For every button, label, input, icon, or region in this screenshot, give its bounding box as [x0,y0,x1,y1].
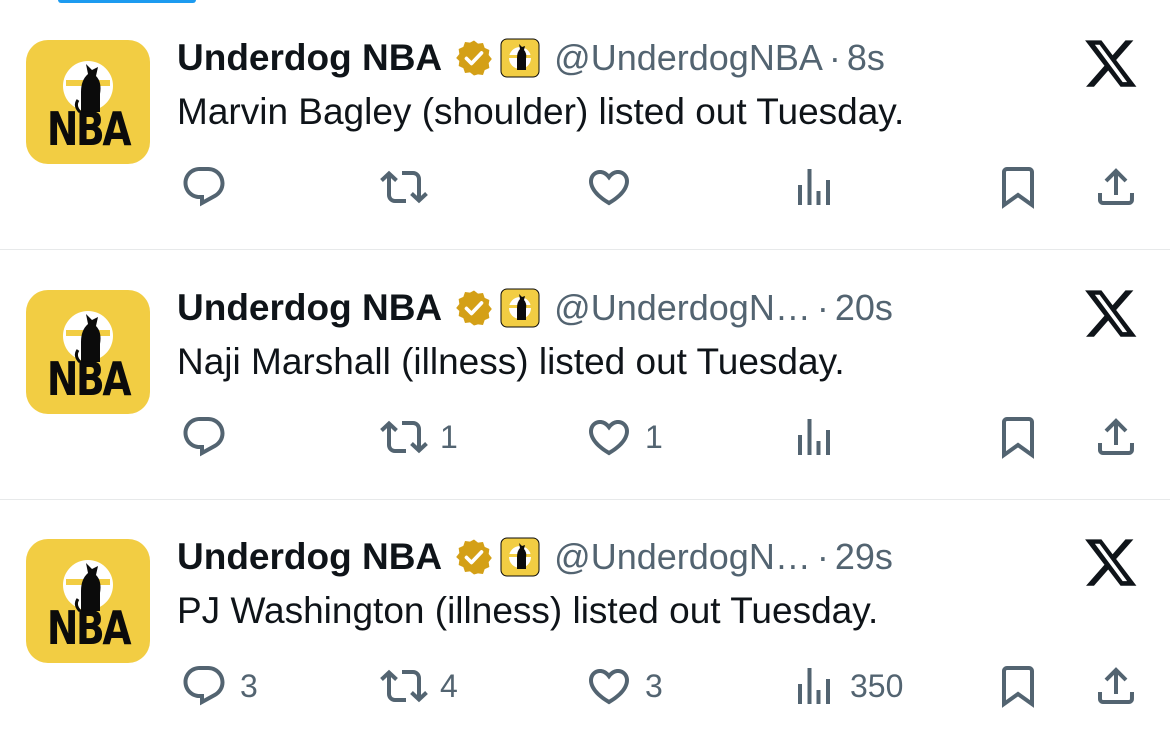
retweet-icon [380,669,428,703]
avatar[interactable]: NBA [26,290,150,414]
heart-icon [588,669,630,705]
bookmark-icon [1002,666,1034,708]
bookmark-icon [1002,167,1034,209]
x-logo-icon[interactable] [1083,35,1139,91]
share-icon [1098,168,1134,205]
verified-badge-icon [456,40,492,76]
retweet-count: 4 [440,667,458,704]
like-count: 1 [645,418,663,455]
share-icon [1098,667,1134,704]
views-icon [798,169,830,205]
timestamp[interactable]: 8s [847,37,885,79]
x-logo-icon[interactable] [1083,285,1139,341]
tweet-text: Marvin Bagley (shoulder) listed out Tues… [177,91,905,132]
retweet-button[interactable]: 1 [380,412,458,462]
retweet-button[interactable] [380,162,440,212]
reply-icon [183,666,225,706]
tweet-header: Underdog NBA @UnderdogN… · 29s [177,533,893,581]
reply-icon [183,417,225,457]
retweet-button[interactable]: 4 [380,661,458,711]
separator-dot: · [816,536,829,577]
tweet[interactable]: NBA Underdog NBA @UnderdogN… · 29s PJ Wa… [0,499,1170,748]
bookmark-icon [1002,417,1034,459]
reply-count: 3 [240,667,258,704]
separator-dot: · [828,37,841,78]
timestamp[interactable]: 20s [835,287,893,329]
tweet-text: Naji Marshall (illness) listed out Tuesd… [177,341,845,382]
like-button[interactable]: 3 [585,661,663,711]
timestamp[interactable]: 29s [835,536,893,578]
share-button[interactable] [1092,412,1140,462]
reply-button[interactable]: 3 [180,661,258,711]
views-icon [798,668,830,704]
reply-button[interactable] [180,162,240,212]
like-button[interactable]: 1 [585,412,663,462]
tweet[interactable]: NBA Underdog NBA @UnderdogN… · 20s Naji … [0,250,1170,500]
like-button[interactable] [585,162,645,212]
tweet-text: PJ Washington (illness) listed out Tuesd… [177,590,879,631]
views-icon [798,419,830,455]
avatar[interactable]: NBA [26,40,150,164]
share-icon [1098,418,1134,455]
display-name[interactable]: Underdog NBA [177,536,442,578]
reply-icon [183,167,225,207]
affiliate-badge-icon [500,38,540,78]
bookmark-button[interactable] [994,661,1042,711]
share-button[interactable] [1092,661,1140,711]
affiliate-badge-icon [500,537,540,577]
separator-dot: · [816,287,829,328]
views-button[interactable] [790,162,850,212]
bookmark-button[interactable] [994,412,1042,462]
views-count: 350 [850,667,904,704]
affiliate-badge-icon [500,288,540,328]
share-button[interactable] [1092,162,1140,212]
tweet-header: Underdog NBA @UnderdogNBA · 8s [177,34,885,82]
avatar-label: NBA [46,352,132,406]
heart-icon [588,420,630,456]
handle[interactable]: @UnderdogN… [554,287,811,329]
views-button[interactable] [790,412,850,462]
retweet-icon [380,170,428,204]
bookmark-button[interactable] [994,162,1042,212]
verified-badge-icon [456,539,492,575]
views-button[interactable]: 350 [790,661,903,711]
reply-button[interactable] [180,412,240,462]
avatar-label: NBA [46,102,132,156]
handle[interactable]: @UnderdogNBA [554,37,823,79]
display-name[interactable]: Underdog NBA [177,37,442,79]
tweet[interactable]: NBA Underdog NBA @UnderdogNBA · 8s Marvi… [0,0,1170,250]
like-count: 3 [645,667,663,704]
handle[interactable]: @UnderdogN… [554,536,811,578]
avatar[interactable]: NBA [26,539,150,663]
tweet-header: Underdog NBA @UnderdogN… · 20s [177,284,893,332]
verified-badge-icon [456,290,492,326]
display-name[interactable]: Underdog NBA [177,287,442,329]
avatar-label: NBA [46,601,132,655]
heart-icon [588,170,630,206]
x-logo-icon[interactable] [1083,534,1139,590]
retweet-icon [380,420,428,454]
retweet-count: 1 [440,418,458,455]
